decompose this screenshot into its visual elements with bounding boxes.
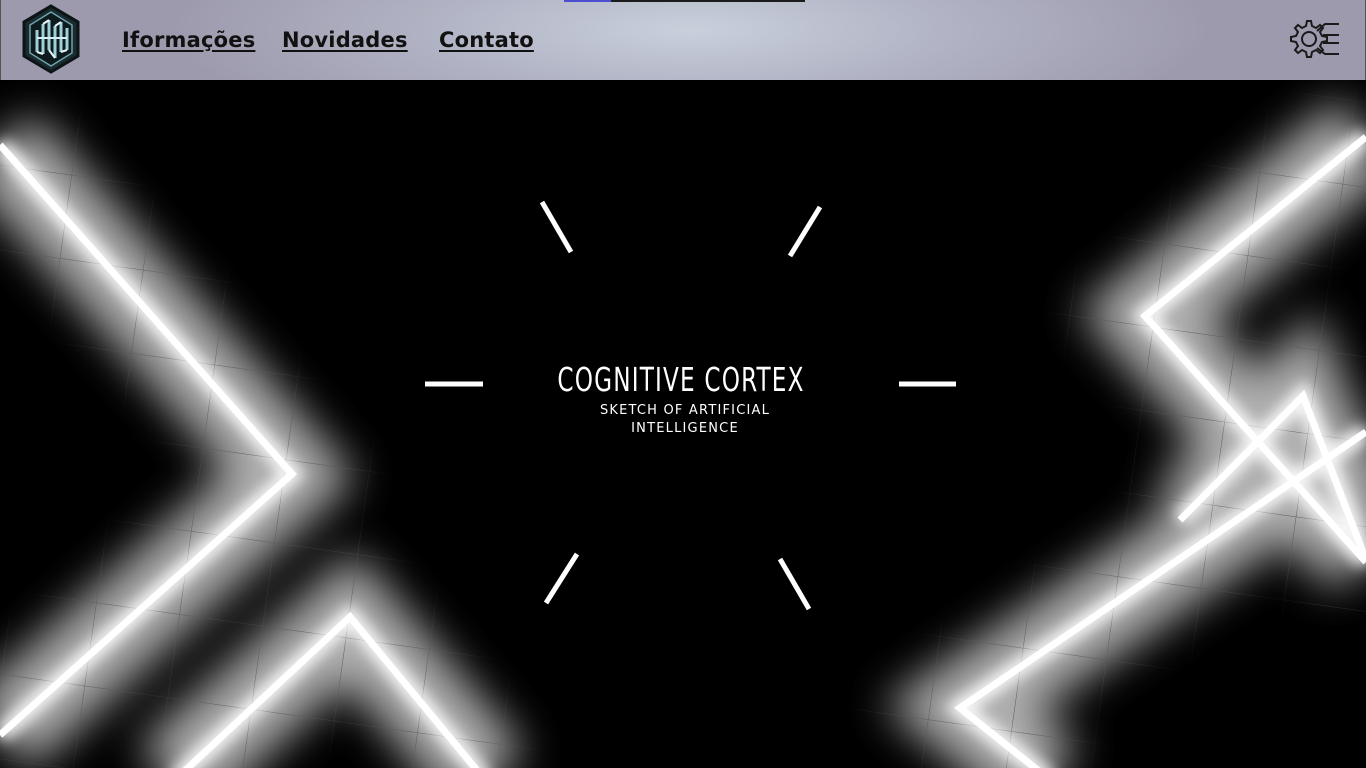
nav-link-contato[interactable]: Contato bbox=[439, 28, 534, 52]
hexagon-logo-icon[interactable] bbox=[21, 4, 81, 74]
hero-section: COGNITIVE CORTEX SKETCH OF ARTIFICIAL IN… bbox=[0, 80, 1366, 768]
site-header: Iformações Novidades Contato bbox=[0, 0, 1366, 80]
top-progress-fill bbox=[564, 0, 611, 2]
gear-circuit-icon[interactable] bbox=[1287, 18, 1341, 64]
hero-title: COGNITIVE CORTEX bbox=[557, 360, 805, 399]
nav-link-novidades[interactable]: Novidades bbox=[282, 28, 408, 52]
nav-link-informacoes[interactable]: Iformações bbox=[122, 28, 255, 52]
top-progress-strip bbox=[564, 0, 805, 2]
hero-subtitle: SKETCH OF ARTIFICIAL INTELLIGENCE bbox=[599, 403, 771, 436]
